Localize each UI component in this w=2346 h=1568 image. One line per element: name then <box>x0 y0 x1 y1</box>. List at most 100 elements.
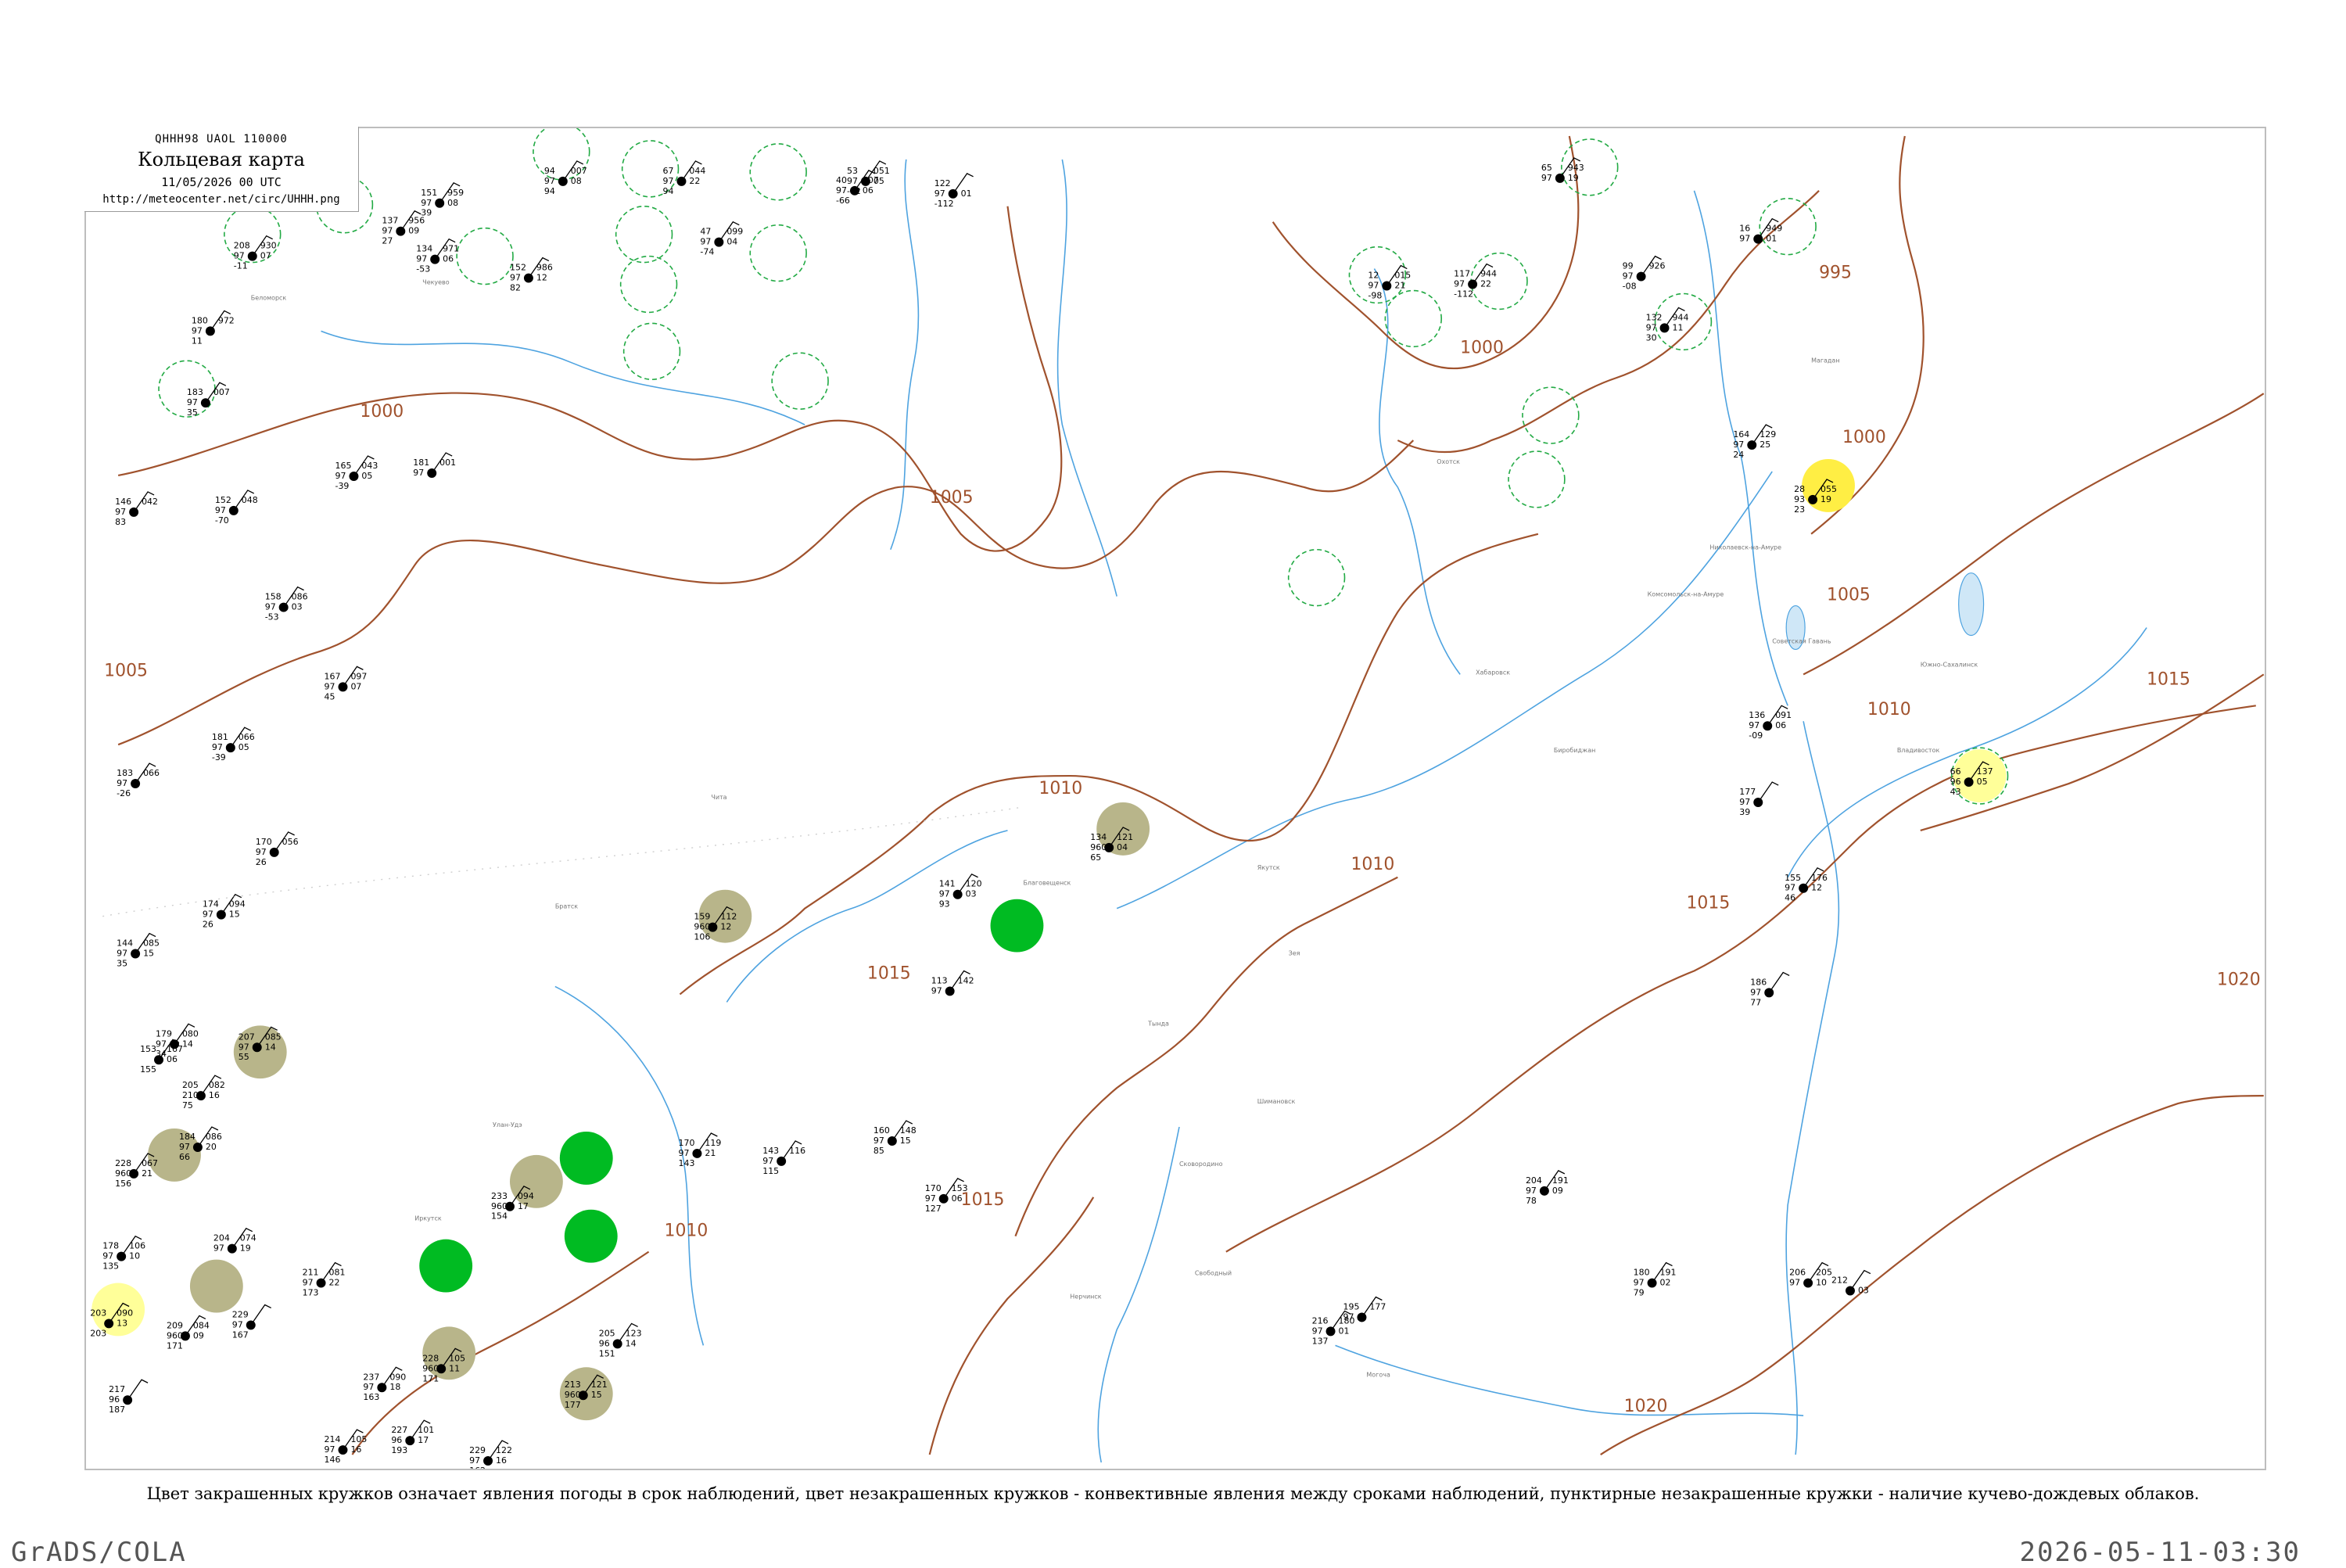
cb-circle <box>749 224 807 282</box>
station-value-t: 134 <box>1090 832 1107 842</box>
place-name: Иркутск <box>414 1215 442 1222</box>
place-name: Владивосток <box>1897 747 1940 754</box>
station-value-v: 085 <box>265 1032 282 1042</box>
station-value-t: 206 <box>1789 1268 1806 1278</box>
station-value-v: 944 <box>1673 312 1689 322</box>
station-value-td: 97 <box>1733 440 1744 450</box>
station-value-td: 97 <box>939 889 950 899</box>
station-marker <box>205 326 215 336</box>
station-plot: 14397115 116 <box>762 1140 805 1176</box>
station-value-v: 090 <box>117 1308 133 1318</box>
station-value-v: 101 <box>418 1425 434 1435</box>
station-marker <box>714 237 724 247</box>
station-value-t: 134 <box>416 244 432 254</box>
station-value-n: 19 <box>1568 173 1579 183</box>
legend-caption: Цвет закрашенных кружков означает явлени… <box>146 1484 2200 1503</box>
station-value-td: 97 <box>1634 1278 1645 1288</box>
station-marker <box>1555 173 1565 183</box>
station-value-n: 18 <box>389 1382 400 1392</box>
station-value-t: 170 <box>256 837 272 847</box>
station-value-p: 173 <box>303 1288 319 1298</box>
station-value-p: 155 <box>140 1064 156 1075</box>
station-plot: 12297-112 01 <box>934 173 974 209</box>
station-value-p: -39 <box>212 752 226 762</box>
rain-circle <box>564 1209 618 1263</box>
station-value-t: 179 <box>156 1028 172 1039</box>
station-value-td: 97 <box>192 325 203 335</box>
station-value-td: 97 <box>212 742 223 752</box>
station-value-v: 048 <box>242 495 258 505</box>
cb-circle <box>1384 289 1443 348</box>
station-plot: 1449735 08515 <box>117 932 160 968</box>
station-value-t: 181 <box>413 457 429 468</box>
station-value-n: 20 <box>206 1142 217 1152</box>
station-value-v: 086 <box>292 592 308 602</box>
render-timestamp: 2026-05-11-03:30 <box>2019 1537 2301 1568</box>
station-value-v: 167 <box>167 1044 183 1054</box>
station-value-t: 160 <box>873 1125 890 1136</box>
station-value-n: 02 <box>1660 1278 1671 1288</box>
station-value-v: 066 <box>239 732 255 742</box>
station-value-v: 090 <box>389 1372 406 1382</box>
station-value-n: 06 <box>863 185 873 196</box>
station-value-n: 09 <box>193 1330 204 1340</box>
station-value-v: 091 <box>1775 710 1792 720</box>
isobar-label: 1010 <box>1867 700 1911 719</box>
bulletin-code: QHHH98 UAOL 110000 <box>155 133 288 145</box>
station-value-p: 193 <box>391 1445 407 1455</box>
station-value-p: 115 <box>762 1166 779 1176</box>
station-value-t: 141 <box>939 879 956 889</box>
station-value-td: 2100 <box>182 1090 204 1100</box>
station-value-n: 15 <box>591 1390 602 1400</box>
station-value-p: 162 <box>469 1466 486 1469</box>
station-value-t: 122 <box>934 178 951 188</box>
station-value-v: 153 <box>952 1183 968 1193</box>
station-value-t: 170 <box>678 1138 694 1148</box>
isobar-label: 1000 <box>1842 428 1886 447</box>
isobar <box>679 533 1539 996</box>
station-value-t: 94 <box>544 166 555 176</box>
station-value-t: 208 <box>234 241 250 251</box>
river <box>1116 471 1773 910</box>
station-value-td: 97 <box>156 1039 167 1049</box>
station-marker <box>435 198 445 208</box>
station-value-p: -09 <box>1749 730 1763 741</box>
station-value-v: 044 <box>689 166 705 176</box>
station-value-v: 074 <box>240 1233 256 1243</box>
station-value-t: 146 <box>115 497 131 507</box>
station-plot: 1469783 042 <box>115 491 158 527</box>
station-value-p: -39 <box>335 481 350 491</box>
station-plot: 1709726 056 <box>256 831 299 867</box>
station-value-t: 180 <box>1634 1268 1650 1278</box>
station-value-p: 43 <box>1950 787 1961 797</box>
station-plot: 1749726 09415 <box>203 893 246 930</box>
cb-circle <box>622 322 681 381</box>
station-value-v: 142 <box>958 975 974 985</box>
station-plot: 4797-74 09904 <box>700 221 743 257</box>
station-value-t: 229 <box>232 1309 249 1319</box>
station-value-v: 123 <box>626 1328 642 1338</box>
station-value-n: 04 <box>726 237 737 247</box>
station-value-v: 055 <box>1820 484 1837 494</box>
station-value-td: 97 <box>232 1319 243 1329</box>
station-plot: 22997162 12216 <box>469 1440 512 1469</box>
grads-credit: GrADS/COLA <box>11 1537 187 1568</box>
station-value-p: 82 <box>510 283 521 293</box>
station-value-td: 97 <box>303 1278 314 1288</box>
station-value-p: -26 <box>117 788 131 798</box>
station-value-p: 26 <box>256 857 267 867</box>
station-value-t: 205 <box>182 1080 199 1090</box>
station-value-v: 926 <box>1649 261 1666 271</box>
station-plot: 1297-98 01521 <box>1368 264 1411 300</box>
station-value-p: 66 <box>179 1152 190 1162</box>
station-value-p: 26 <box>203 920 213 930</box>
station-value-td: 97 <box>1750 987 1761 997</box>
station-value-p: 135 <box>102 1261 119 1272</box>
rain-circle <box>559 1132 613 1185</box>
station-value-p: 106 <box>694 932 710 942</box>
station-value-p: 35 <box>187 407 198 418</box>
station-value-td: 97 <box>421 198 432 208</box>
station-value-p: 171 <box>422 1373 439 1383</box>
station-plot: 13697-09 09106 <box>1749 705 1792 741</box>
station-value-n: 07 <box>350 681 361 691</box>
